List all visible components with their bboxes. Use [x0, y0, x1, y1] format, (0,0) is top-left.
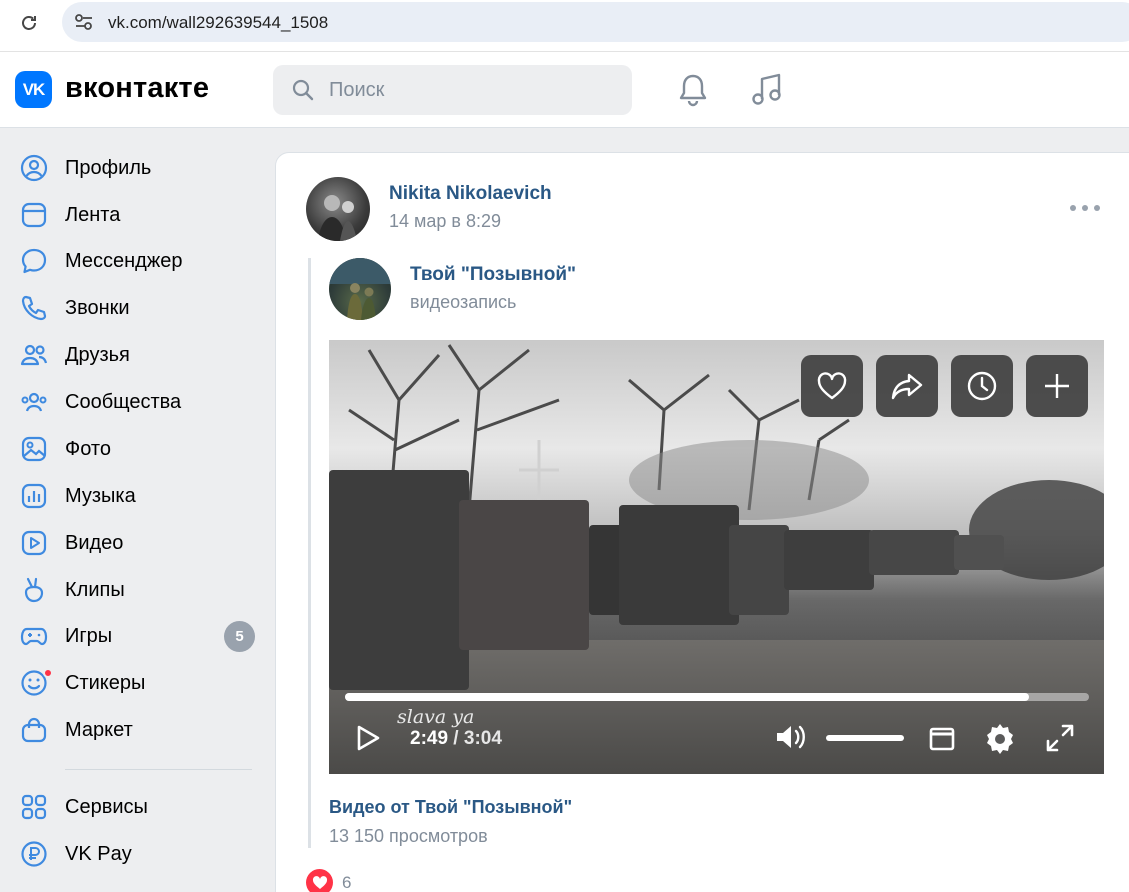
reload-icon[interactable] — [16, 10, 42, 36]
video-progress-bar[interactable] — [345, 693, 1089, 701]
video-title[interactable]: Видео от Твой "Позывной" — [329, 797, 572, 818]
sidebar-item-games[interactable]: Игры 5 — [0, 614, 270, 658]
video-time-separator: / — [448, 728, 464, 749]
search-input[interactable]: Поиск — [273, 65, 632, 115]
video-frame-truck — [459, 500, 589, 650]
sidebar-item-services[interactable]: Сервисы — [0, 785, 270, 829]
phone-icon — [20, 294, 48, 322]
sidebar-item-feed[interactable]: Лента — [0, 193, 270, 237]
sidebar-item-label: Видео — [65, 532, 124, 554]
sidebar-divider — [65, 769, 252, 770]
search-placeholder: Поиск — [329, 79, 385, 101]
feed-icon — [20, 201, 48, 229]
repost-type: видеозапись — [410, 292, 517, 312]
sidebar-item-label: Профиль — [65, 157, 152, 179]
volume-slider[interactable] — [826, 735, 904, 741]
sidebar-item-calls[interactable]: Звонки — [0, 286, 270, 330]
sidebar-item-photo[interactable]: Фото — [0, 427, 270, 471]
notifications-bell-icon[interactable] — [676, 72, 710, 113]
search-icon — [291, 78, 315, 107]
games-icon — [20, 622, 48, 650]
sidebar-item-label: Клипы — [65, 579, 125, 601]
music-icon — [20, 482, 48, 510]
settings-gear-icon[interactable] — [983, 722, 1017, 761]
sidebar-item-label: Сервисы — [65, 796, 148, 818]
sidebar-item-label: Игры — [65, 625, 113, 647]
video-frame-truck — [729, 525, 789, 615]
post-author-name[interactable]: Nikita Nikolaevich — [389, 183, 552, 205]
sidebar-item-video[interactable]: Видео — [0, 521, 270, 565]
vk-header: VK вконтакте Поиск — [0, 52, 1129, 128]
sidebar-item-label: Сообщества — [65, 391, 182, 413]
sidebar-item-clips[interactable]: Клипы — [0, 568, 270, 612]
photo-icon — [20, 435, 48, 463]
video-frame-truck — [329, 470, 469, 690]
sidebar-item-friends[interactable]: Друзья — [0, 333, 270, 377]
communities-icon — [20, 388, 48, 416]
video-like-button[interactable] — [801, 355, 863, 417]
video-frame-truck — [784, 530, 874, 590]
video-watermark: slava ya — [397, 706, 475, 728]
sidebar-item-vkpay[interactable]: VK Pay — [0, 832, 270, 876]
vk-logo[interactable]: VK — [15, 71, 52, 108]
sidebar-item-messenger[interactable]: Мессенджер — [0, 239, 270, 283]
music-player-icon[interactable] — [750, 72, 784, 113]
sidebar-item-market[interactable]: Маркет — [0, 708, 270, 752]
video-duration: 3:04 — [463, 728, 502, 749]
sidebar-item-label: Звонки — [65, 297, 130, 319]
friends-icon — [20, 341, 48, 369]
sidebar-item-label: Музыка — [65, 485, 136, 507]
volume-icon[interactable] — [774, 722, 810, 757]
repost-divider — [308, 258, 311, 848]
sidebar-item-label: Маркет — [65, 719, 133, 741]
clips-icon — [20, 576, 48, 604]
more-options-icon[interactable] — [1070, 200, 1100, 216]
like-heart-icon[interactable] — [306, 869, 333, 892]
sidebar-item-profile[interactable]: Профиль — [0, 146, 270, 190]
video-views: 13 150 просмотров — [329, 826, 488, 846]
video-time: 2:49 / 3:04 — [410, 728, 502, 750]
sidebar-item-communities[interactable]: Сообщества — [0, 380, 270, 424]
profile-icon — [20, 154, 48, 182]
messenger-icon — [20, 247, 48, 275]
repost-source-avatar[interactable] — [329, 258, 391, 320]
video-watch-later-button[interactable] — [951, 355, 1013, 417]
games-counter-badge: 5 — [224, 621, 255, 652]
sidebar-item-label: Фото — [65, 438, 111, 460]
sidebar-item-label: Лента — [65, 204, 121, 226]
browser-toolbar: vk.com/wall292639544_1508 — [0, 0, 1129, 52]
video-add-button[interactable] — [1026, 355, 1088, 417]
fullscreen-icon[interactable] — [1045, 723, 1075, 758]
url-text[interactable]: vk.com/wall292639544_1508 — [108, 13, 328, 33]
video-frame-truck — [954, 535, 1004, 570]
video-player[interactable]: slava ya 2:49 / 3:04 — [329, 340, 1104, 774]
sidebar-item-music[interactable]: Музыка — [0, 474, 270, 518]
vkpay-icon — [20, 840, 48, 868]
play-icon[interactable] — [356, 725, 380, 756]
address-bar[interactable]: vk.com/wall292639544_1508 — [62, 2, 1129, 42]
sidebar-item-label: Стикеры — [65, 672, 146, 694]
video-share-button[interactable] — [876, 355, 938, 417]
video-icon — [20, 529, 48, 557]
vk-logo-text[interactable]: вконтакте — [65, 72, 209, 105]
sidebar-item-label: Друзья — [65, 344, 130, 366]
video-current-time: 2:49 — [410, 728, 449, 749]
market-icon — [20, 716, 48, 744]
sidebar-item-stickers[interactable]: Стикеры — [0, 661, 270, 705]
author-avatar[interactable] — [306, 177, 370, 241]
video-frame-truck — [619, 505, 739, 625]
miniplayer-icon[interactable] — [929, 726, 955, 757]
post-date[interactable]: 14 мар в 8:29 — [389, 211, 501, 232]
like-count: 6 — [342, 873, 352, 892]
repost-source-name[interactable]: Твой "Позывной" — [410, 264, 576, 286]
new-stickers-dot — [43, 668, 53, 678]
sidebar-item-label: VK Pay — [65, 843, 132, 865]
services-icon — [20, 793, 48, 821]
sidebar-item-label: Мессенджер — [65, 250, 183, 272]
video-frame-truck — [869, 530, 959, 575]
video-progress-fill — [345, 693, 1030, 701]
site-settings-icon[interactable] — [70, 9, 98, 35]
